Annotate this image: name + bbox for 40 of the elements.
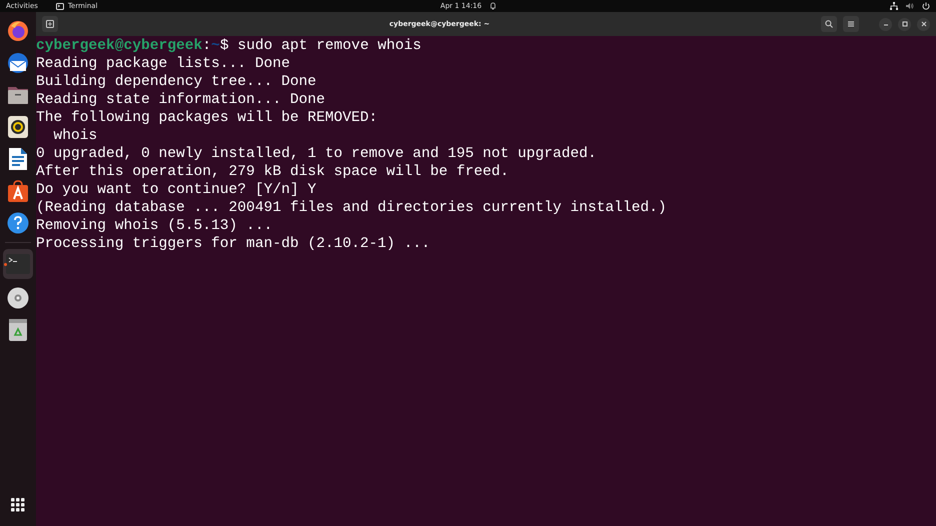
close-icon [920,21,926,27]
output-line: Removing whois (5.5.13) ... [36,217,274,235]
terminal-area[interactable] [36,36,936,526]
output-line: Do you want to continue? [Y/n] Y [36,181,318,199]
output-line: Processing triggers for man-db (2.10.2-1) ... [36,235,432,253]
output-line: 0 upgraded, 0 newly installed, 1 to remove and 195 not upgraded. [36,145,598,163]
folder-icon [7,85,29,105]
trash-icon [9,319,27,341]
disc-icon [7,287,29,309]
terminal-icon [6,254,30,274]
app-grid-icon[interactable] [11,498,25,512]
search-icon [825,20,833,28]
output-line: whois [52,127,98,145]
maximize-icon [902,21,908,27]
output-line: (Reading database ... 200491 files and directories currently installed.) [36,199,668,217]
menu-icon [847,20,855,28]
volume-icon [906,2,914,10]
firefox-icon [7,20,29,42]
power-icon [922,2,930,10]
output-line: After this operation, 279 kB disk space will be freed. [36,163,510,181]
terminal-icon [56,2,64,10]
help-icon [7,212,29,234]
minimize-button[interactable] [879,18,892,30]
output-line: The following packages will be REMOVED: [36,109,379,127]
menu-button[interactable] [843,16,859,32]
plus-icon [46,20,54,28]
network-icon [890,2,898,10]
document-icon [9,148,27,170]
output-line: Reading package lists... Done [36,55,291,73]
maximize-button[interactable] [898,18,911,30]
speaker-icon [8,116,28,138]
new-tab-button[interactable] [42,16,58,32]
output-line: Building dependency tree... Done [36,73,318,91]
mail-icon [6,52,30,74]
bell-icon [490,2,496,10]
shopping-bag-icon [7,180,29,202]
output-line: Reading state information... Done [36,91,326,109]
search-button[interactable] [821,16,837,32]
close-button[interactable] [917,18,930,30]
prompt-line: cybergeek@cybergeek:~$ sudo apt remove whois [36,37,422,55]
